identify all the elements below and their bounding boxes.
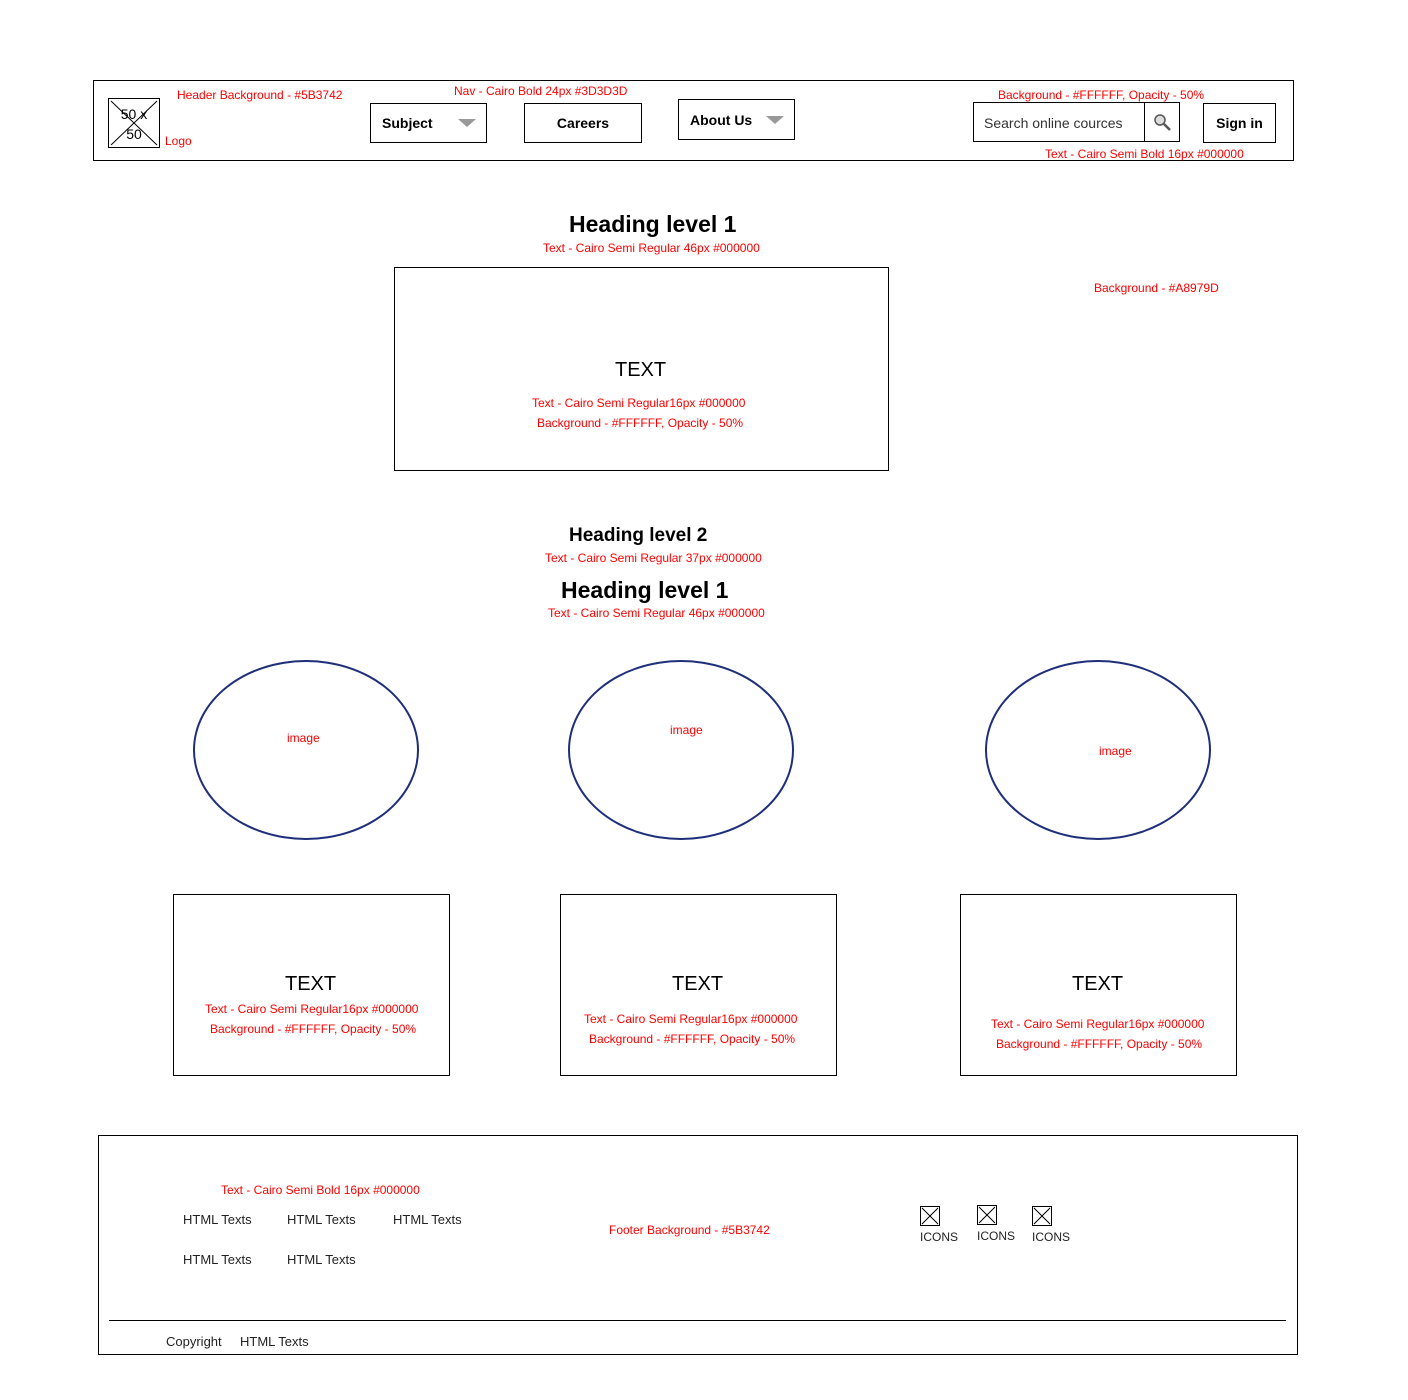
hero-box-title: TEXT [615,359,667,381]
nav-about-label: About Us [690,111,753,128]
card-note-text: Text - Cairo Semi Regular16px #000000 [205,1002,419,1016]
image-label: image [670,723,703,737]
nav-subject-dropdown[interactable]: Subject [370,103,487,143]
chevron-down-icon [766,115,784,124]
nav-note: Nav - Cairo Bold 24px #3D3D3D [454,84,628,98]
section-heading-2: Heading level 2 [569,525,708,546]
text-card: TEXT Text - Cairo Semi Regular16px #0000… [560,894,837,1076]
card-note-text: Text - Cairo Semi Regular16px #000000 [991,1017,1205,1031]
footer-bg-note: Footer Background - #5B3742 [609,1223,770,1237]
hero-text-box: TEXT Text - Cairo Semi Regular16px #0000… [394,267,889,471]
icon-label: ICONS [977,1229,1016,1243]
hero-heading-note: Text - Cairo Semi Regular 46px #000000 [543,241,760,255]
card-note-bg: Background - #FFFFFF, Opacity - 50% [589,1032,796,1046]
text-card: TEXT Text - Cairo Semi Regular16px #0000… [173,894,450,1076]
hero-heading: Heading level 1 [569,211,737,237]
section-heading-1-note: Text - Cairo Semi Regular 46px #000000 [548,606,765,620]
image-label: image [1099,744,1132,758]
text-card: TEXT Text - Cairo Semi Regular16px #0000… [960,894,1237,1076]
search-placeholder: Search online cources [984,115,1123,131]
chevron-down-icon [458,119,476,127]
icon-label: ICONS [1032,1230,1071,1244]
copyright-label: Copyright [166,1334,222,1349]
nav-careers-button[interactable]: Careers [524,103,642,143]
card-note-bg: Background - #FFFFFF, Opacity - 50% [210,1022,417,1036]
section-heading-2-note: Text - Cairo Semi Regular 37px #000000 [545,551,762,565]
footer-link[interactable]: HTML Texts [287,1212,356,1227]
image-placeholder [985,660,1211,840]
image-label: image [287,731,320,745]
social-icon[interactable] [977,1205,997,1225]
nav-subject-label: Subject [382,115,433,131]
footer-text-note: Text - Cairo Semi Bold 16px #000000 [221,1183,420,1197]
card-note-bg: Background - #FFFFFF, Opacity - 50% [996,1037,1203,1051]
logo-text: 50 x 50 [120,106,148,142]
search-button[interactable] [1144,102,1180,142]
signin-button[interactable]: Sign in [1203,103,1276,143]
footer-link[interactable]: HTML Texts [287,1252,356,1267]
hero-box-note-text: Text - Cairo Semi Regular16px #000000 [532,396,746,410]
copyright-link[interactable]: HTML Texts [240,1334,309,1349]
signin-label: Sign in [1216,115,1263,131]
hero-box-note-bg: Background - #FFFFFF, Opacity - 50% [537,416,744,430]
image-placeholder [568,660,794,840]
search-bg-note: Background - #FFFFFF, Opacity - 50% [998,88,1205,102]
icon-label: ICONS [920,1230,959,1244]
logo[interactable]: 50 x 50 [108,98,160,148]
page-bg-note: Background - #A8979D [1094,281,1219,295]
image-placeholder [193,660,419,840]
card-title: TEXT [1072,973,1124,995]
footer-link[interactable]: HTML Texts [183,1212,252,1227]
footer [98,1135,1298,1355]
card-note-text: Text - Cairo Semi Regular16px #000000 [584,1012,798,1026]
footer-divider [109,1320,1286,1321]
social-icon[interactable] [1032,1206,1052,1226]
nav-careers-label: Careers [556,115,610,131]
search-input[interactable]: Search online cources [973,102,1145,142]
search-text-note: Text - Cairo Semi Bold 16px #000000 [1045,147,1244,161]
search-icon [1154,114,1171,131]
social-icon[interactable] [920,1206,940,1226]
footer-link[interactable]: HTML Texts [183,1252,252,1267]
section-heading-1: Heading level 1 [561,577,729,603]
logo-label: Logo [165,134,192,148]
header-bg-note: Header Background - #5B3742 [177,88,343,102]
footer-link[interactable]: HTML Texts [393,1212,462,1227]
card-title: TEXT [672,973,724,995]
nav-about-dropdown[interactable]: About Us [678,99,795,140]
card-title: TEXT [285,973,337,995]
